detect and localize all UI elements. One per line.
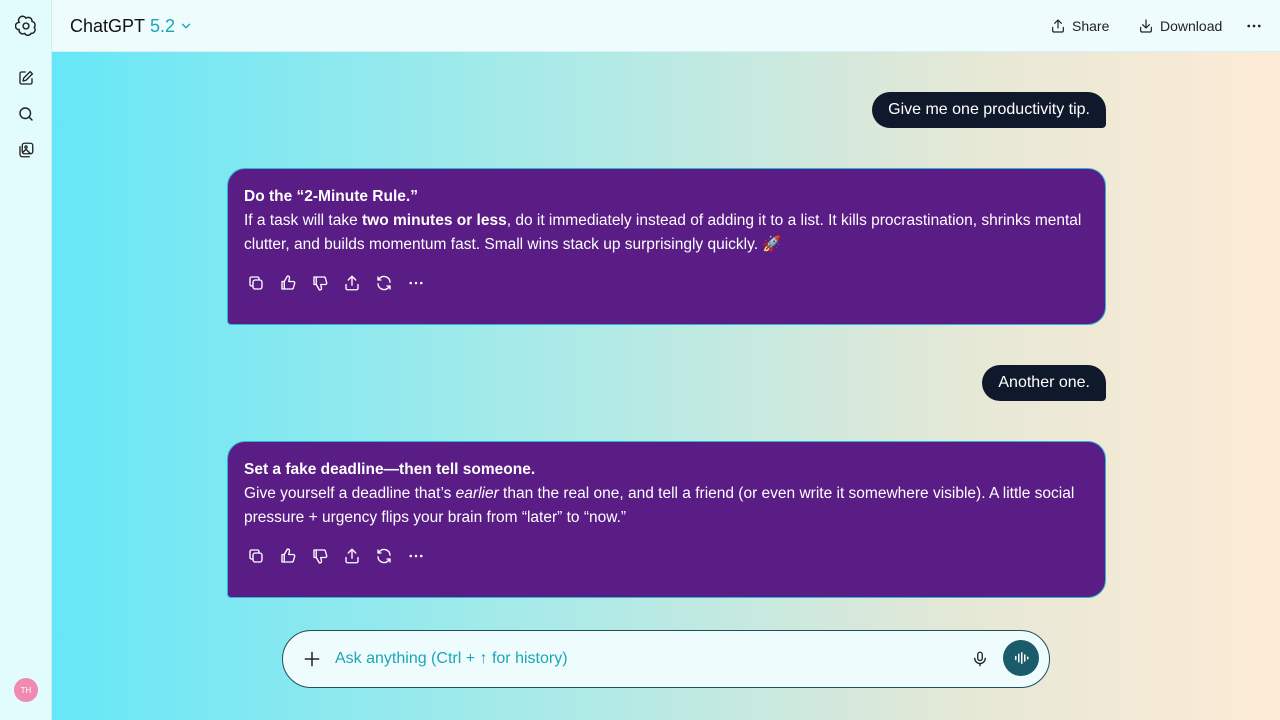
prompt-input[interactable] bbox=[335, 645, 955, 673]
model-selector[interactable]: ChatGPT 5.2 bbox=[70, 14, 193, 38]
message-body: If a task will take two minutes or less,… bbox=[244, 209, 1089, 257]
more-actions-button[interactable] bbox=[406, 273, 426, 293]
assistant-message: Do the “2-Minute Rule.” If a task will t… bbox=[227, 168, 1106, 325]
thumbs-down-button[interactable] bbox=[310, 273, 330, 293]
avatar[interactable]: TH bbox=[14, 678, 38, 702]
plus-icon bbox=[304, 651, 320, 667]
regenerate-button[interactable] bbox=[374, 273, 394, 293]
copy-button[interactable] bbox=[246, 273, 266, 293]
share-label: Share bbox=[1072, 18, 1110, 34]
conversation-area: Give me one productivity tip. Do the “2-… bbox=[52, 52, 1280, 720]
more-horizontal-icon bbox=[1247, 24, 1261, 28]
body-text: Give yourself a deadline that’s bbox=[244, 485, 456, 502]
composer bbox=[282, 630, 1050, 688]
thumbs-down-icon bbox=[313, 549, 328, 564]
refresh-icon bbox=[377, 275, 391, 291]
share-icon bbox=[1052, 19, 1064, 33]
thumbs-down-icon bbox=[313, 276, 328, 291]
user-message: Another one. bbox=[982, 365, 1106, 401]
new-chat-icon[interactable] bbox=[14, 66, 38, 90]
body-text: If a task will take bbox=[244, 212, 363, 229]
chevron-down-icon bbox=[181, 23, 191, 29]
thumbs-up-button[interactable] bbox=[278, 546, 298, 566]
more-horizontal-icon bbox=[409, 281, 423, 285]
assistant-message: Set a fake deadline—then tell someone. G… bbox=[227, 441, 1106, 598]
search-icon[interactable] bbox=[14, 102, 38, 126]
model-version: 5.2 bbox=[150, 15, 176, 36]
message-actions bbox=[246, 273, 1089, 293]
waveform-icon bbox=[1015, 652, 1029, 664]
top-bar: ChatGPT 5.2 Share Download bbox=[52, 0, 1280, 52]
share-icon bbox=[345, 548, 359, 564]
message-title: Do the “2-Minute Rule.” bbox=[244, 188, 418, 205]
more-horizontal-icon bbox=[409, 554, 423, 558]
download-icon bbox=[1140, 19, 1152, 33]
message-body: Give yourself a deadline that’s earlier … bbox=[244, 482, 1089, 530]
download-button[interactable]: Download bbox=[1138, 14, 1222, 38]
images-icon[interactable] bbox=[14, 138, 38, 162]
openai-logo-icon[interactable] bbox=[14, 14, 38, 38]
share-icon bbox=[345, 275, 359, 291]
sidebar: TH bbox=[0, 0, 52, 720]
more-actions-button[interactable] bbox=[406, 546, 426, 566]
microphone-icon bbox=[974, 651, 986, 667]
user-message: Give me one productivity tip. bbox=[872, 92, 1106, 128]
body-italic-text: earlier bbox=[455, 485, 499, 502]
app-name: ChatGPT bbox=[70, 15, 146, 36]
download-label: Download bbox=[1160, 18, 1223, 34]
copy-button[interactable] bbox=[246, 546, 266, 566]
thumbs-up-icon bbox=[281, 548, 296, 563]
regenerate-button[interactable] bbox=[374, 546, 394, 566]
share-message-button[interactable] bbox=[342, 546, 362, 566]
copy-icon bbox=[249, 276, 263, 290]
more-options-button[interactable] bbox=[1242, 14, 1266, 38]
share-message-button[interactable] bbox=[342, 273, 362, 293]
thumbs-up-icon bbox=[281, 275, 296, 290]
message-actions bbox=[246, 546, 1089, 566]
dictate-button[interactable] bbox=[969, 648, 991, 670]
body-bold-text: two minutes or less bbox=[362, 212, 507, 229]
message-title: Set a fake deadline—then tell someone. bbox=[244, 461, 536, 478]
thumbs-down-button[interactable] bbox=[310, 546, 330, 566]
add-attachment-button[interactable] bbox=[301, 648, 323, 670]
refresh-icon bbox=[377, 548, 391, 564]
thumbs-up-button[interactable] bbox=[278, 273, 298, 293]
voice-mode-button[interactable] bbox=[1003, 640, 1039, 676]
share-button[interactable]: Share bbox=[1050, 14, 1109, 38]
copy-icon bbox=[249, 549, 263, 563]
